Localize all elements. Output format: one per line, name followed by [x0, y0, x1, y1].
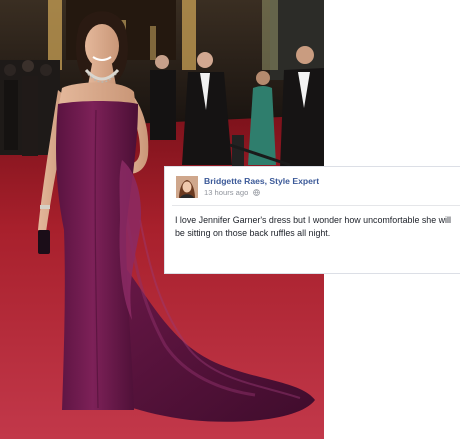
- comment-header: Bridgette Raes, Style Expert 13 hours ag…: [165, 167, 460, 203]
- author-name-link[interactable]: Bridgette Raes, Style Expert: [204, 176, 319, 186]
- post-timestamp: 13 hours ago: [204, 188, 261, 197]
- globe-icon: [253, 189, 261, 196]
- avatar[interactable]: [176, 176, 198, 198]
- timestamp-text[interactable]: 13 hours ago: [204, 188, 248, 197]
- divider: [172, 205, 460, 206]
- comment-body: I love Jennifer Garner's dress but I won…: [175, 215, 451, 239]
- comment-card: Bridgette Raes, Style Expert 13 hours ag…: [165, 167, 460, 273]
